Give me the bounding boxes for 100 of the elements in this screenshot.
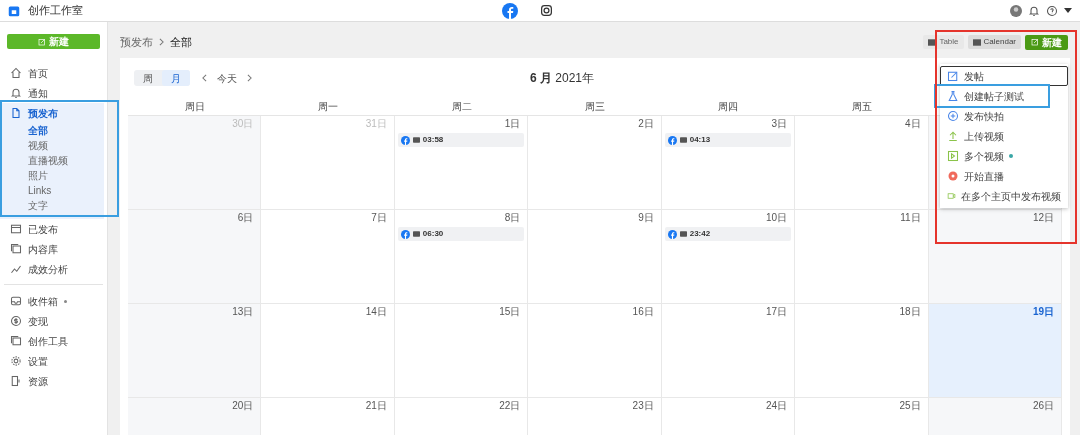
sidebar-item[interactable]: 创作工具 — [4, 331, 103, 351]
sidebar-subitem[interactable]: 视频 — [4, 138, 100, 153]
sidebar-item[interactable]: 已发布 — [4, 219, 103, 239]
day-number: 4日 — [905, 118, 922, 130]
breadcrumb-item[interactable]: 预发布 — [120, 33, 153, 51]
bell-icon — [1028, 4, 1040, 17]
day-number: 10日 — [766, 212, 789, 224]
sidebar-item[interactable]: 变现 — [4, 311, 103, 331]
video-icon — [947, 190, 956, 202]
day-number: 21日 — [365, 400, 388, 412]
day-number: 12日 — [1032, 212, 1055, 224]
month-title: 6 月 2021年 — [530, 70, 595, 87]
next-icon[interactable] — [247, 74, 252, 82]
menu-item[interactable]: 多个视频 — [940, 146, 1068, 166]
menu-item[interactable]: 开始直播 — [940, 166, 1068, 186]
day-number: 7日 — [371, 212, 388, 224]
day-number: 3日 — [771, 118, 789, 130]
day-number: 17日 — [766, 306, 789, 318]
day-cell[interactable]: 13日 — [128, 304, 262, 397]
day-number: 23日 — [632, 400, 655, 412]
facebook-icon — [400, 135, 410, 145]
facebook-icon — [667, 135, 677, 145]
view-toggle[interactable]: Table — [923, 35, 964, 49]
weekday-header: 周五 — [851, 100, 872, 114]
window-icon — [10, 223, 22, 235]
sidebar-item[interactable]: 首页 — [4, 63, 103, 83]
app-title: 创作工作室 — [28, 3, 83, 19]
sidebar-subitem[interactable]: 照片 — [4, 168, 100, 183]
day-number: 9日 — [638, 212, 655, 224]
previous-icon[interactable] — [202, 74, 207, 82]
day-number: 13日 — [232, 306, 255, 318]
sidebar-item[interactable]: 内容库 — [4, 239, 103, 259]
film-icon — [947, 150, 959, 162]
scheduled-post[interactable]: 23:42 — [664, 227, 792, 241]
day-number: 8日 — [504, 212, 522, 224]
help-icon — [1046, 4, 1058, 17]
instagram-icon[interactable] — [540, 4, 553, 17]
day-number: 18日 — [899, 306, 922, 318]
chart-icon — [10, 263, 22, 275]
edit-icon — [38, 37, 46, 46]
facebook-icon — [667, 229, 677, 239]
today-button[interactable]: 今天 — [217, 70, 237, 86]
stack-icon — [10, 243, 22, 255]
door-icon — [10, 375, 22, 387]
weekday-header: 周日 — [184, 100, 205, 114]
day-number: 15日 — [499, 306, 522, 318]
day-number: 6日 — [237, 212, 255, 224]
period-tab[interactable]: 周 — [134, 70, 162, 86]
menu-item[interactable]: 发布快拍 — [940, 106, 1068, 126]
sidebar-item[interactable]: 资源 — [4, 371, 103, 391]
sidebar-item[interactable]: 通知 — [4, 83, 103, 103]
day-number: 25日 — [899, 400, 922, 412]
video-icon — [679, 231, 687, 237]
stack-icon — [10, 335, 22, 347]
video-icon — [412, 137, 420, 143]
day-cell[interactable]: 12日 — [928, 210, 1062, 303]
day-number: 22日 — [499, 400, 522, 412]
menu-item[interactable]: 发帖 — [940, 66, 1068, 86]
upload-icon — [947, 130, 959, 142]
day-number: 26日 — [1032, 400, 1055, 412]
document-icon — [10, 107, 22, 119]
menu-item[interactable]: 在多个主页中发布视频 — [940, 186, 1068, 206]
sidebar-subitem[interactable]: 全部 — [4, 123, 100, 138]
video-icon — [412, 231, 420, 237]
day-number: 16日 — [632, 306, 655, 318]
day-cell[interactable]: 20日 — [128, 398, 262, 435]
weekday-header: 周四 — [718, 100, 739, 114]
scheduled-post[interactable]: 03:58 — [397, 133, 525, 147]
view-toggle[interactable]: Calendar — [967, 35, 1021, 49]
sidebar-item[interactable]: 成效分析 — [4, 259, 103, 279]
facebook-icon — [400, 229, 410, 239]
caret-icon[interactable] — [1064, 8, 1072, 13]
create-button[interactable]: 新建 — [1025, 34, 1068, 50]
breadcrumb-item: 全部 — [170, 34, 192, 50]
edit-icon — [947, 70, 959, 82]
edit-icon — [1031, 38, 1039, 46]
sidebar-subitem[interactable]: 直播视频 — [4, 153, 100, 168]
sidebar-subitem[interactable]: 文字 — [4, 198, 100, 213]
period-tab[interactable]: 月 — [162, 70, 190, 86]
day-cell[interactable]: 6日 — [128, 210, 262, 303]
studio-logo — [8, 4, 20, 17]
sidebar-subitem[interactable]: Links — [4, 183, 100, 198]
sidebar-item[interactable]: 收件箱 — [4, 291, 103, 311]
facebook-tab[interactable] — [502, 2, 518, 19]
home-icon — [10, 67, 22, 79]
plus-circle-icon — [947, 110, 959, 122]
menu-item[interactable]: 创建帖子测试 — [940, 86, 1048, 106]
day-number: 1日 — [504, 118, 522, 130]
inbox-icon — [10, 295, 22, 307]
avatar[interactable] — [1010, 4, 1022, 17]
bell-icon — [10, 87, 22, 99]
scheduled-post[interactable]: 06:30 — [397, 227, 525, 241]
day-number: 24日 — [766, 400, 789, 412]
sidebar-item[interactable]: 预发布 — [4, 103, 100, 123]
day-cell[interactable]: 19日 — [928, 304, 1062, 397]
settings-icon — [10, 355, 22, 367]
day-cell[interactable]: 26日 — [928, 398, 1062, 435]
sidebar-item[interactable]: 设置 — [4, 351, 103, 371]
menu-item[interactable]: 上传视频 — [940, 126, 1068, 146]
scheduled-post[interactable]: 04:13 — [664, 133, 792, 147]
